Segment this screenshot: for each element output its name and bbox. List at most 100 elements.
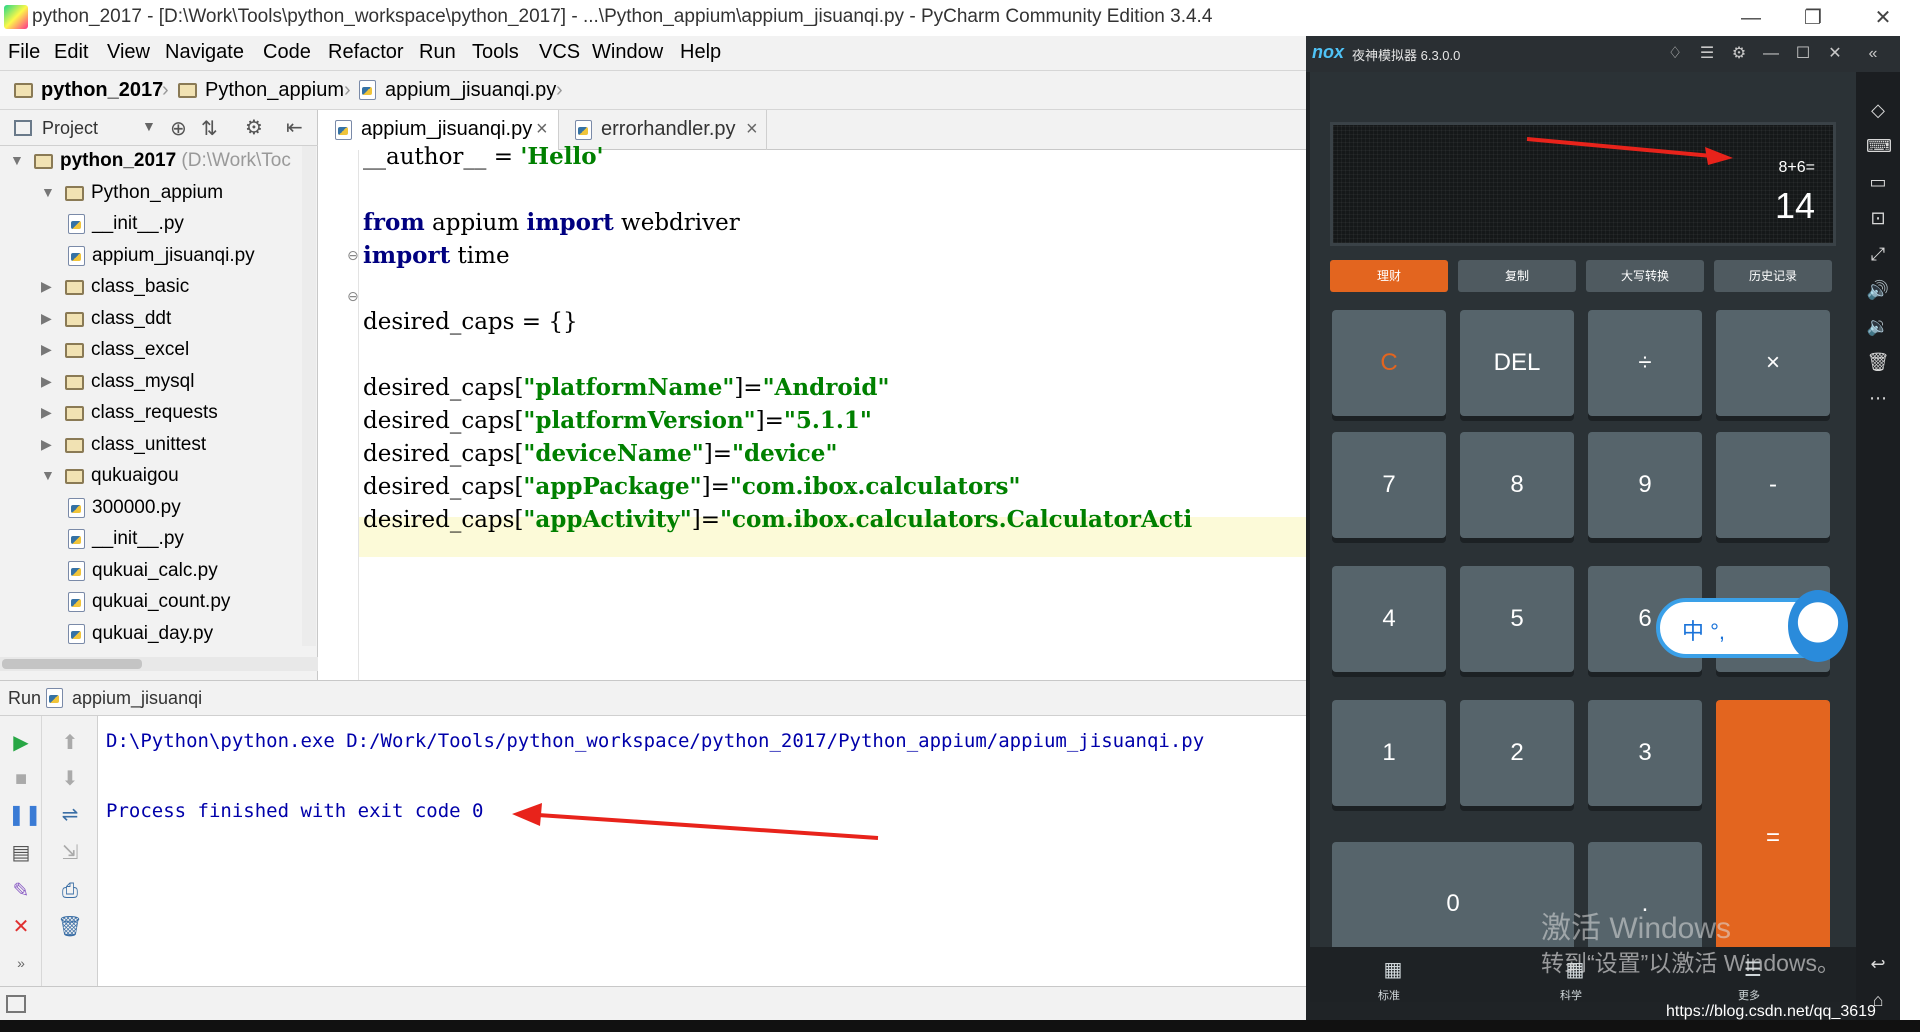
menu-refactor[interactable]: Refactor xyxy=(328,41,404,64)
breadcrumb-project[interactable]: python_2017 xyxy=(41,79,163,102)
close-icon[interactable]: ✕ xyxy=(1824,43,1846,65)
tree-folder-row[interactable]: ▼ qukuaigou xyxy=(0,461,300,493)
volume-down-icon[interactable]: 🔉 xyxy=(1866,314,1890,338)
print-icon[interactable]: ⎙ xyxy=(57,878,83,904)
pin-icon[interactable]: ✎ xyxy=(8,878,34,904)
tree-folder-row[interactable]: ▶ class_excel xyxy=(0,335,300,367)
pause-icon[interactable]: ❚❚ xyxy=(8,802,42,828)
stop-icon[interactable]: ■ xyxy=(8,766,34,792)
tree-folder-row[interactable]: ▶ class_unittest xyxy=(0,430,300,462)
tree-folder-row[interactable]: ▶ class_basic xyxy=(0,272,300,304)
key-8[interactable]: 8 xyxy=(1460,432,1574,538)
menu-code[interactable]: Code xyxy=(263,41,311,64)
scrollbar-thumb[interactable] xyxy=(2,659,142,669)
run-tab-label[interactable]: Run xyxy=(8,688,41,709)
resolution-icon[interactable]: ⊡ xyxy=(1866,206,1890,230)
key-9[interactable]: 9 xyxy=(1588,432,1702,538)
tree-horizontal-scrollbar[interactable] xyxy=(0,657,318,671)
tree-file-row[interactable]: qukuai_day.py xyxy=(0,619,300,651)
collapsed-arrow-icon[interactable]: ▶ xyxy=(41,373,52,390)
collapse-sidebar-icon[interactable]: « xyxy=(1862,43,1884,65)
project-view-title[interactable]: Project xyxy=(42,118,98,139)
menu-view[interactable]: View xyxy=(107,41,150,64)
key-multiply[interactable]: × xyxy=(1716,310,1830,416)
breadcrumb-file[interactable]: appium_jisuanqi.py xyxy=(385,79,556,102)
hide-panel-icon[interactable]: ⇤ xyxy=(286,115,303,140)
keyboard-icon[interactable]: ⌨ xyxy=(1866,134,1892,158)
screenshot-icon[interactable]: ◇ xyxy=(1866,98,1890,122)
key-7[interactable]: 7 xyxy=(1332,432,1446,538)
key-1[interactable]: 1 xyxy=(1332,700,1446,806)
tree-file-row[interactable]: __init__.py xyxy=(0,209,300,241)
history-button[interactable]: 历史记录 xyxy=(1714,260,1832,292)
collapsed-arrow-icon[interactable]: ▶ xyxy=(41,341,52,358)
tree-folder-row[interactable]: ▼ Python_appium xyxy=(0,178,300,210)
tree-file-row[interactable]: 300000.py xyxy=(0,493,300,525)
key-delete[interactable]: DEL xyxy=(1460,310,1574,416)
screen-icon[interactable]: ▭ xyxy=(1866,170,1890,194)
arrow-down-icon[interactable]: ⬇ xyxy=(57,766,83,792)
collapse-all-icon[interactable]: ⇅ xyxy=(201,116,218,141)
menu-file[interactable]: File xyxy=(8,41,40,64)
uppercase-button[interactable]: 大写转换 xyxy=(1586,260,1704,292)
arrow-up-icon[interactable]: ⬆ xyxy=(57,730,83,756)
scroll-to-end-icon[interactable]: ⇲ xyxy=(57,840,83,866)
code-editor[interactable]: ⊖ ⊖ __author__ = 'Hello' from appium impo… xyxy=(319,143,1306,680)
collapsed-arrow-icon[interactable]: ▶ xyxy=(41,436,52,453)
menu-navigate[interactable]: Navigate xyxy=(165,41,244,64)
key-2[interactable]: 2 xyxy=(1460,700,1574,806)
ime-floating-toolbar[interactable]: 中 °, xyxy=(1656,590,1848,662)
close-tab-icon[interactable]: × xyxy=(746,118,758,141)
tree-vertical-scrollbar[interactable] xyxy=(302,146,316,646)
restore-button[interactable]: ❐ xyxy=(1790,4,1836,32)
tree-file-row[interactable]: appium_jisuanqi.py xyxy=(0,241,300,273)
key-divide[interactable]: ÷ xyxy=(1588,310,1702,416)
menu-edit[interactable]: Edit xyxy=(54,41,88,64)
tree-folder-row[interactable]: ▶ class_requests xyxy=(0,398,300,430)
locate-icon[interactable]: ⊕ xyxy=(170,116,187,141)
minimize-icon[interactable]: — xyxy=(1760,43,1782,65)
key-4[interactable]: 4 xyxy=(1332,566,1446,672)
tree-folder-row[interactable]: ▶ class_ddt xyxy=(0,304,300,336)
menu-run[interactable]: Run xyxy=(419,41,456,64)
expanded-arrow-icon[interactable]: ▼ xyxy=(10,152,24,168)
fold-marker-icon[interactable]: ⊖ xyxy=(347,288,359,305)
tree-folder-row[interactable]: ▼ python_2017 (D:\Work\Toc xyxy=(0,146,300,178)
menu-icon[interactable]: ☰ xyxy=(1696,43,1718,65)
key-minus[interactable]: - xyxy=(1716,432,1830,538)
more-icon[interactable]: ⋯ xyxy=(1866,386,1890,410)
key-equals[interactable]: = xyxy=(1716,700,1830,976)
rerun-icon[interactable]: ▶ xyxy=(8,730,34,756)
collapsed-arrow-icon[interactable]: ▶ xyxy=(41,310,52,327)
tree-folder-row[interactable]: ▶ class_mysql xyxy=(0,367,300,399)
back-icon[interactable]: ↩ xyxy=(1866,952,1890,976)
close-button[interactable]: ✕ xyxy=(1860,4,1906,32)
gear-icon[interactable]: ⚙ xyxy=(245,115,263,140)
key-clear[interactable]: C xyxy=(1332,310,1446,416)
key-3[interactable]: 3 xyxy=(1588,700,1702,806)
more-icon[interactable]: » xyxy=(8,950,34,976)
dropdown-arrow-icon[interactable]: ▼ xyxy=(142,118,156,134)
fullscreen-icon[interactable]: ⤢ xyxy=(1866,242,1890,266)
finance-button[interactable]: 理财 xyxy=(1330,260,1448,292)
menu-help[interactable]: Help xyxy=(680,41,721,64)
tree-file-row[interactable]: __init__.py xyxy=(0,524,300,556)
gear-icon[interactable]: ⚙ xyxy=(1728,43,1750,65)
trash-icon[interactable]: 🗑 xyxy=(1866,350,1890,374)
volume-up-icon[interactable]: 🔊 xyxy=(1866,278,1890,302)
expanded-arrow-icon[interactable]: ▼ xyxy=(41,467,55,483)
collapsed-arrow-icon[interactable]: ▶ xyxy=(41,278,52,295)
key-5[interactable]: 5 xyxy=(1460,566,1574,672)
tree-file-row[interactable]: qukuai_count.py xyxy=(0,587,300,619)
collapsed-arrow-icon[interactable]: ▶ xyxy=(41,404,52,421)
soft-wrap-icon[interactable]: ⇌ xyxy=(57,802,83,828)
layout-icon[interactable]: ▤ xyxy=(8,840,34,866)
tree-file-row[interactable]: qukuai_calc.py xyxy=(0,556,300,588)
shirt-icon[interactable]: ♢ xyxy=(1664,43,1686,65)
menu-tools[interactable]: Tools xyxy=(472,41,519,64)
menu-vcs[interactable]: VCS xyxy=(539,41,580,64)
fold-marker-icon[interactable]: ⊖ xyxy=(347,247,359,264)
close-run-icon[interactable]: ✕ xyxy=(8,914,34,940)
maximize-icon[interactable]: ☐ xyxy=(1792,43,1814,65)
minimize-button[interactable]: — xyxy=(1728,4,1774,32)
